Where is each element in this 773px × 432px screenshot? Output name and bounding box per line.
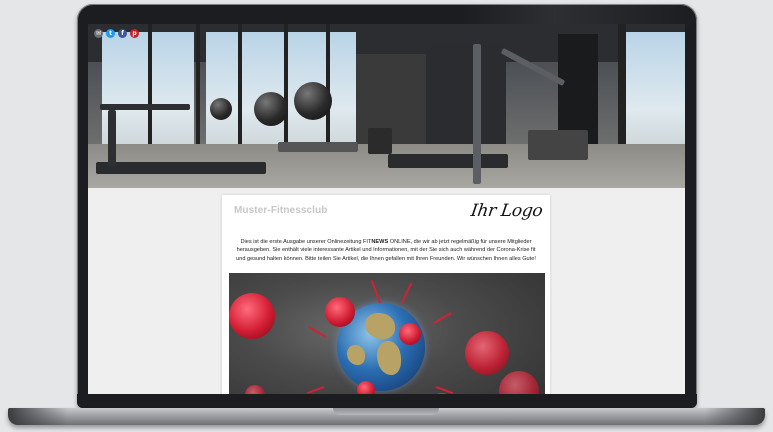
lid-reflection — [460, 4, 697, 26]
virus-particle — [399, 323, 421, 345]
hero-gym-image: ✉ t f p — [88, 24, 685, 188]
laptop-opening-notch — [333, 408, 439, 415]
cable-machine — [473, 44, 481, 184]
virus-spike — [433, 312, 452, 324]
laptop-base-edge — [8, 408, 68, 425]
continent — [347, 345, 365, 365]
virus-particle — [245, 385, 265, 394]
pinterest-icon[interactable]: p — [130, 29, 139, 38]
newsletter-card: Muster-Fitnessclub Ihr Logo Dies ist die… — [222, 195, 550, 394]
corona-article-image[interactable] — [229, 273, 545, 394]
twitter-icon[interactable]: t — [106, 29, 115, 38]
virus-particle — [465, 331, 509, 375]
email-icon[interactable]: ✉ — [94, 29, 103, 38]
continent — [377, 341, 401, 375]
logo-placeholder: Ihr Logo — [469, 201, 544, 221]
virus-particle — [357, 381, 375, 394]
treadmill — [278, 142, 358, 152]
exercise-ball — [210, 98, 232, 120]
virus-spike — [306, 386, 325, 394]
facebook-icon[interactable]: f — [118, 29, 127, 38]
gym-window-right — [624, 32, 685, 162]
treadmill-post — [108, 110, 116, 166]
gym-machine — [368, 128, 392, 154]
intro-text-start: Dies ist die erste Ausgabe unserer Onlin… — [240, 239, 372, 245]
intro-text-bold: NEWS — [371, 239, 389, 245]
intro-paragraph: Dies ist die erste Ausgabe unserer Onlin… — [236, 238, 536, 263]
continent — [365, 313, 395, 339]
virus-spike — [401, 282, 413, 304]
virus-spike — [370, 280, 381, 304]
laptop-screen: ✉ t f p Muster-Fitnessclub Ihr Logo Dies… — [88, 24, 685, 394]
weight-bench — [388, 154, 508, 168]
gym-wall — [426, 44, 506, 154]
virus-particle — [499, 371, 539, 394]
gym-machine — [528, 130, 588, 160]
treadmill — [96, 162, 266, 174]
laptop-base-edge — [705, 408, 765, 425]
virus-spike — [308, 326, 327, 338]
virus-particle — [325, 297, 355, 327]
social-share-bar: ✉ t f p — [94, 29, 139, 38]
club-name: Muster-Fitnessclub — [234, 205, 328, 216]
virus-particle — [229, 293, 275, 339]
screen-bottom-bezel — [77, 394, 697, 408]
exercise-ball — [294, 82, 332, 120]
exercise-ball — [254, 92, 288, 126]
